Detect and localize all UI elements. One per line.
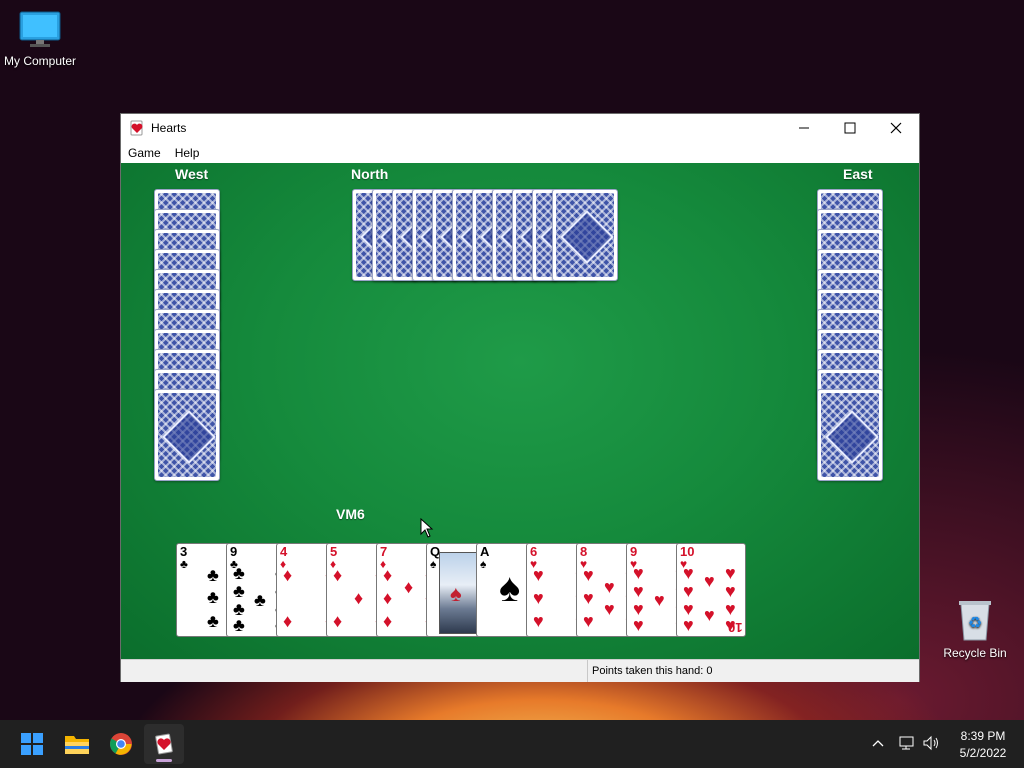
recycle-bin-icon: ♻ xyxy=(959,601,991,641)
card-pip-icon: ♥ xyxy=(633,563,644,583)
card-pip-icon: ♣ xyxy=(233,581,245,601)
title-bar[interactable]: Hearts xyxy=(121,114,919,142)
maximize-icon xyxy=(844,122,856,134)
card-pip-icon: ♦ xyxy=(354,588,364,608)
player-name-north: North xyxy=(351,166,389,182)
hearts-taskbar-button[interactable] xyxy=(144,724,184,764)
card-suit-icon: ♠ xyxy=(480,557,487,571)
card-pip-icon: ♥ xyxy=(683,615,694,635)
hearts-window: Hearts Game Help West North East VM6 3 ♣ ♣… xyxy=(120,113,920,682)
card-pip-icon: ♥ xyxy=(604,599,615,619)
network-icon[interactable] xyxy=(898,735,916,751)
card-pip-icon: ♥ xyxy=(654,590,665,610)
desktop-icon-label: My Computer xyxy=(3,54,77,68)
card-pip-icon: ♥ xyxy=(604,577,615,597)
card-back xyxy=(552,189,618,281)
card-pip-icon: ♣ xyxy=(207,611,219,631)
start-button[interactable] xyxy=(12,724,52,764)
start-icon xyxy=(21,733,43,755)
clock-date: 5/2/2022 xyxy=(959,746,1007,760)
close-icon xyxy=(890,122,902,134)
monitor-icon xyxy=(19,11,61,47)
minimize-icon xyxy=(799,127,809,129)
player-name-west: West xyxy=(175,166,209,182)
file-explorer-icon xyxy=(65,736,89,754)
desktop-icon-recycle-bin[interactable]: ♻ Recycle Bin xyxy=(935,598,1015,660)
card-pip-icon: ♥ xyxy=(533,588,544,608)
desktop-icon-label: Recycle Bin xyxy=(943,646,1007,660)
ace-spade-icon: ♠ xyxy=(499,566,521,610)
player-name-south: VM6 xyxy=(336,506,365,522)
chrome-button[interactable] xyxy=(101,724,141,764)
minimize-button[interactable] xyxy=(781,114,827,142)
card-pip-icon: ♥ xyxy=(704,571,715,591)
hand-card[interactable]: 10 ♥ ♥ ♥ ♥ ♥ ♥ ♥ ♥ ♥ ♥ ♥ 10 xyxy=(676,543,746,637)
card-pip-icon: ♥ xyxy=(683,563,694,583)
card-rank-bottom: 10 xyxy=(727,620,742,635)
card-suit-icon: ♣ xyxy=(180,557,188,571)
player-name-east: East xyxy=(843,166,873,182)
maximize-button[interactable] xyxy=(827,114,873,142)
card-pip-icon: ♥ xyxy=(583,588,594,608)
desktop-icon-my-computer[interactable]: My Computer xyxy=(0,10,80,68)
card-pip-icon: ♥ xyxy=(633,581,644,601)
clock-time: 8:39 PM xyxy=(960,729,1006,743)
points-status: Points taken this hand: 0 xyxy=(587,660,712,682)
card-pip-icon: ♦ xyxy=(404,577,414,597)
close-button[interactable] xyxy=(873,114,919,142)
taskbar: 8:39 PM 5/2/2022 xyxy=(0,720,1024,768)
volume-icon[interactable] xyxy=(922,735,940,751)
menu-game[interactable]: Game xyxy=(121,146,168,160)
menu-bar: Game Help xyxy=(121,142,919,164)
window-title: Hearts xyxy=(151,121,187,135)
hearts-icon xyxy=(155,733,173,755)
card-pip-icon: ♦ xyxy=(383,565,393,585)
card-back xyxy=(154,389,220,481)
card-pip-icon: ♦ xyxy=(383,611,393,631)
hearts-app-icon xyxy=(130,120,143,136)
card-pip-icon: ♣ xyxy=(207,565,219,585)
card-pip-icon: ♥ xyxy=(725,581,736,601)
game-table: West North East VM6 3♣♣♣♣9♣♣♣♣♣♣♣♣♣♣4♦♦♦… xyxy=(121,163,919,659)
card-pip-icon: ♥ xyxy=(533,611,544,631)
chrome-icon xyxy=(110,733,132,755)
file-explorer-button[interactable] xyxy=(57,724,97,764)
clock[interactable]: 8:39 PM 5/2/2022 xyxy=(948,729,1018,760)
card-pip-icon: ♥ xyxy=(583,611,594,631)
card-suit-icon: ♠ xyxy=(430,557,437,571)
card-pip-icon: ♥ xyxy=(533,565,544,585)
card-pip-icon: ♥ xyxy=(633,615,644,635)
card-pip-icon: ♦ xyxy=(383,588,393,608)
card-pip-icon: ♦ xyxy=(283,565,293,585)
card-pip-icon: ♥ xyxy=(583,565,594,585)
queen-portrait-icon xyxy=(439,552,481,634)
card-pip-icon: ♥ xyxy=(683,581,694,601)
svg-text:♻: ♻ xyxy=(968,613,982,632)
card-pip-icon: ♥ xyxy=(725,563,736,583)
card-pip-icon: ♦ xyxy=(333,565,343,585)
status-bar: Points taken this hand: 0 xyxy=(121,659,919,682)
card-pip-icon: ♣ xyxy=(254,590,266,610)
card-back xyxy=(817,389,883,481)
card-pip-icon: ♦ xyxy=(283,611,293,631)
menu-help[interactable]: Help xyxy=(168,146,207,160)
active-app-indicator xyxy=(156,759,172,762)
card-pip-icon: ♥ xyxy=(704,605,715,625)
card-pip-icon: ♣ xyxy=(207,587,219,607)
mouse-cursor-icon xyxy=(420,518,434,538)
card-pip-icon: ♦ xyxy=(333,611,343,631)
card-pip-icon: ♣ xyxy=(233,615,245,635)
card-pip-icon: ♣ xyxy=(233,563,245,583)
chevron-up-icon[interactable] xyxy=(872,738,884,748)
